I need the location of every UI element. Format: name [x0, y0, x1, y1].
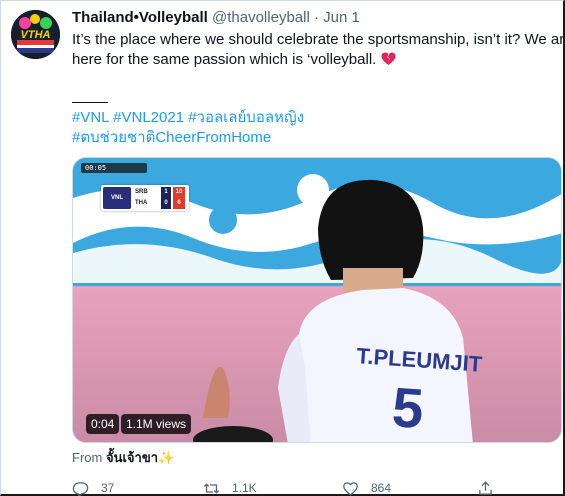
user-handle[interactable]: @thavolleyball — [212, 9, 310, 26]
share-icon — [477, 480, 494, 496]
sparkles-icon: ✨ — [158, 450, 175, 465]
like-count: 864 — [371, 481, 392, 495]
hashtag-link[interactable]: #ตบช่วยชาติCheerFromHome — [72, 129, 271, 146]
tweet-actions: 37 1.1K 864 — [72, 477, 562, 496]
display-name[interactable]: Thailand•Volleyball — [72, 9, 208, 26]
hashtags-row-2: #ตบช่วยชาติCheerFromHome — [72, 128, 304, 148]
video-player[interactable]: T.PLEUMJIT 5 00:05 VNL SRB 1 10 THA 0 6 … — [72, 157, 562, 443]
video-duration: 0:04 — [86, 414, 120, 434]
text-divider — [72, 102, 108, 103]
reply-button[interactable]: 37 — [72, 477, 114, 496]
hashtag-link[interactable]: #VNL2021 — [113, 109, 184, 126]
tweet-text-line-2-text: here for the same passion which is ‘voll… — [72, 51, 377, 68]
svg-text:VTHA: VTHA — [21, 29, 51, 41]
svg-text:5: 5 — [390, 375, 425, 440]
hashtag-link[interactable]: #VNL — [72, 109, 109, 126]
retweet-count: 1.1K — [232, 481, 257, 495]
hashtag-link[interactable]: #วอลเลย์บอลหญิง — [188, 109, 304, 126]
avatar[interactable]: VTHA — [11, 10, 60, 59]
team-sets: 1 — [161, 187, 171, 198]
like-button[interactable]: 864 — [342, 477, 391, 496]
hashtags-row-1: #VNL #VNL2021 #วอลเลย์บอลหญิง — [72, 108, 304, 128]
heart-icon — [342, 480, 359, 496]
team-sets: 0 — [161, 198, 171, 209]
tweet-date[interactable]: Jun 1 — [323, 9, 360, 26]
reply-count: 37 — [101, 481, 115, 495]
team-points: 6 — [173, 198, 185, 209]
tweet-header: Thailand•Volleyball @thavolleyball · Jun… — [72, 8, 360, 27]
header-separator: · — [313, 9, 319, 26]
from-label: From — [72, 450, 103, 465]
broken-heart-icon — [381, 52, 396, 67]
vnl-logo: VNL — [103, 187, 131, 209]
hashtags: #VNL #VNL2021 #วอลเลย์บอลหญิง #ตบช่วยชาต… — [72, 108, 304, 148]
team-name: THA — [135, 200, 148, 206]
team-points: 10 — [173, 187, 185, 198]
tweet-text-line-2: here for the same passion which is ‘voll… — [72, 50, 562, 70]
retweet-button[interactable]: 1.1K — [203, 477, 257, 496]
source-account-link[interactable]: จั้นเจ้าขา — [106, 450, 158, 465]
tweet-text-line-1: It’s the place where we should celebrate… — [72, 31, 565, 48]
tweet-card: VTHA Thailand•Volleyball @thavolleyball … — [0, 0, 565, 496]
team-name: SRB — [135, 189, 148, 195]
scoreboard: VNL SRB 1 10 THA 0 6 — [101, 185, 189, 211]
share-button[interactable] — [477, 477, 494, 496]
video-attribution: From จั้นเจ้าขา✨ — [72, 449, 174, 467]
video-views: 1.1M views — [121, 414, 192, 434]
reply-icon — [72, 480, 89, 496]
tweet-text: It’s the place where we should celebrate… — [72, 30, 565, 70]
stream-timebar: 00:05 — [81, 163, 147, 173]
scoreboard-row: SRB 1 10 — [133, 187, 187, 198]
retweet-icon — [203, 480, 220, 496]
scoreboard-row: THA 0 6 — [133, 198, 187, 209]
